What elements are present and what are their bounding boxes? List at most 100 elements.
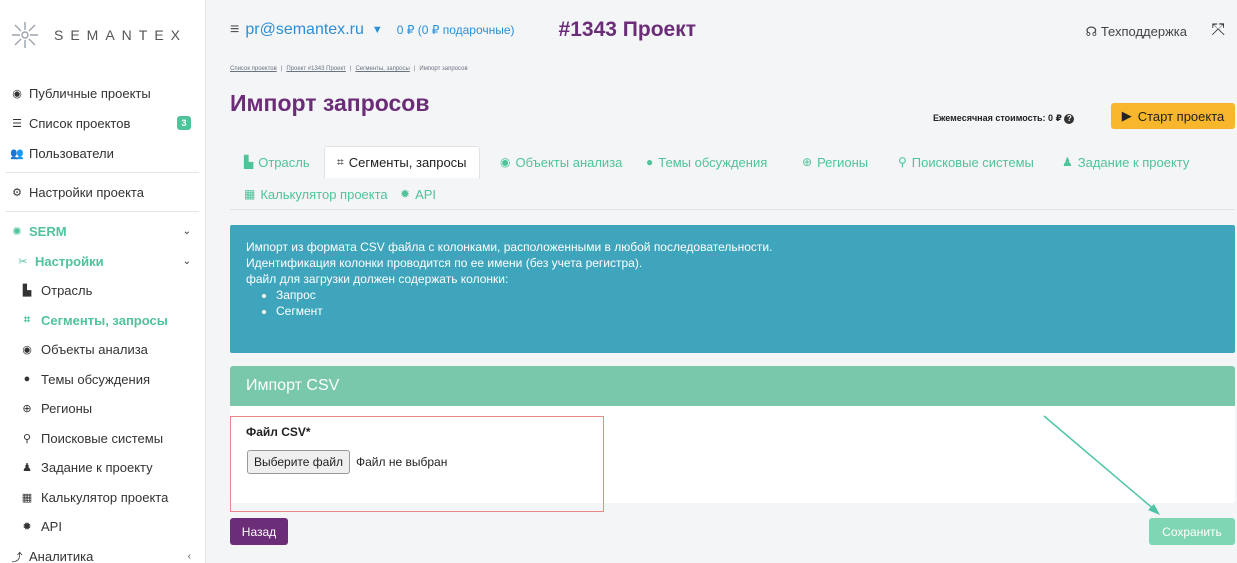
logo-text: SEMANTEX: [54, 27, 188, 43]
sidebar-item-label: Отрасль: [41, 283, 93, 299]
target-icon: ◉: [500, 155, 511, 169]
page-title: Импорт запросов: [230, 90, 430, 116]
tab-topics[interactable]: ● Темы обсуждения: [646, 146, 767, 178]
sidebar-item-project-settings[interactable]: ⚙ Настройки проекта: [0, 177, 205, 207]
divider: [6, 172, 199, 173]
logo-icon: [12, 22, 38, 48]
tab-api[interactable]: ✹ API: [400, 178, 436, 210]
comments-icon: ●: [23, 373, 31, 386]
sidebar-item-label: Задание к проекту: [41, 460, 153, 476]
info-line: Идентификация колонки проводится по ее и…: [246, 256, 643, 270]
comments-icon: ●: [646, 155, 654, 169]
sidebar-item-label: Публичные проекты: [29, 85, 151, 101]
cog-icon: ✹: [22, 521, 32, 534]
breadcrumb-project[interactable]: Проект #1343 Проект: [286, 66, 346, 72]
sidebar-item-search-engines[interactable]: ⚲ Поисковые системы: [0, 424, 205, 454]
sidebar-item-industry[interactable]: ▙ Отрасль: [0, 276, 205, 306]
breadcrumb: Список проектов | Проект #1343 Проект | Сегм…: [230, 66, 468, 72]
list-item: Запрос: [276, 287, 1219, 303]
tab-search-engines[interactable]: ⚲ Поисковые системы: [898, 146, 1034, 178]
sidebar-item-label: Сегменты, запросы: [41, 312, 168, 328]
tab-calculator[interactable]: ▦ Калькулятор проекта: [244, 178, 388, 210]
tab-label: Поисковые системы: [911, 154, 1034, 170]
save-button[interactable]: Сохранить: [1149, 518, 1235, 545]
required-columns-list: Запрос Сегмент: [276, 287, 1219, 319]
target-icon: ◉: [22, 344, 32, 357]
fullscreen-icon[interactable]: ⤧: [1211, 20, 1225, 40]
sidebar-item-api[interactable]: ✹ API: [0, 512, 205, 542]
calculator-icon: ▦: [21, 491, 33, 504]
sidebar-item-settings[interactable]: ✂ Настройки ⌄: [0, 246, 205, 276]
search-icon: ⚲: [22, 432, 32, 445]
sidebar-item-segments[interactable]: ⌗ Сегменты, запросы: [0, 306, 205, 336]
user-edit-icon: ♟: [1062, 155, 1073, 169]
sidebar-item-serm[interactable]: ✺ SERM ⌄: [0, 216, 205, 246]
cog-icon: ✹: [400, 187, 411, 201]
balance[interactable]: 0 ₽ (0 ₽ подарочные): [397, 23, 515, 37]
tab-label: Задание к проекту: [1077, 154, 1190, 170]
search-icon: ⚲: [898, 155, 907, 169]
tab-objects[interactable]: ◉ Объекты анализа: [500, 146, 622, 178]
list-icon: ☰: [12, 117, 22, 130]
sidebar-item-label: Калькулятор проекта: [41, 489, 169, 505]
sidebar-item-analytics[interactable]: ⤴ Аналитика ‹: [0, 542, 205, 563]
headset-icon: ☊: [1085, 24, 1098, 39]
users-icon: 👥: [10, 147, 24, 160]
sidebar-item-label: API: [41, 519, 62, 535]
logo[interactable]: SEMANTEX: [0, 0, 205, 70]
sidebar-item-label: Аналитика: [29, 549, 94, 563]
sidebar-item-label: Пользователи: [29, 145, 114, 161]
breadcrumb-current: Импорт запросов: [419, 66, 468, 72]
back-button[interactable]: Назад: [230, 518, 288, 545]
sidebar-item-label: Поисковые системы: [41, 430, 164, 446]
breadcrumb-segments[interactable]: Сегменты, запросы: [355, 66, 409, 72]
sidebar-item-label: Список проектов: [29, 115, 131, 131]
sidebar-item-objects[interactable]: ◉ Объекты анализа: [0, 335, 205, 365]
tab-label: Сегменты, запросы: [348, 155, 467, 170]
segments-icon: ⌗: [337, 155, 344, 169]
sidebar-item-label: SERM: [29, 223, 67, 239]
tab-segments[interactable]: ⌗ Сегменты, запросы: [324, 146, 480, 178]
sidebar-item-label: Объекты анализа: [41, 342, 148, 358]
support-link[interactable]: ☊ Техподдержка: [1086, 24, 1187, 40]
tab-task[interactable]: ♟ Задание к проекту: [1062, 146, 1189, 178]
info-line: Импорт из формата CSV файла с колонками,…: [246, 240, 773, 254]
help-icon[interactable]: ?: [1064, 114, 1075, 124]
sidebar-item-project-list[interactable]: ☰ Список проектов 3: [0, 108, 205, 138]
tab-regions[interactable]: ⊕ Регионы: [802, 146, 868, 178]
breadcrumb-project-list[interactable]: Список проектов: [230, 66, 277, 72]
sidebar-item-label: Регионы: [41, 401, 93, 417]
menu-icon[interactable]: ≡: [230, 21, 239, 39]
tab-label: Калькулятор проекта: [260, 186, 388, 202]
chart-line-icon: ⤴: [11, 551, 23, 563]
sidebar-item-task[interactable]: ♟ Задание к проекту: [0, 453, 205, 483]
tab-label: Регионы: [817, 154, 869, 170]
support-label: Техподдержка: [1100, 24, 1187, 39]
sidebar-item-public-projects[interactable]: ◉ Публичные проекты: [0, 78, 205, 108]
user-edit-icon: ♟: [22, 462, 32, 475]
industry-icon: ▙: [244, 155, 254, 169]
sidebar-item-label: Настройки: [35, 253, 104, 269]
import-csv-panel: Импорт CSV Файл CSV* Выберите файл Файл …: [230, 366, 1235, 512]
account-email[interactable]: pr@semantex.ru: [245, 21, 364, 39]
serm-icon: ✺: [12, 225, 22, 238]
sidebar-item-users[interactable]: 👥 Пользователи: [0, 138, 205, 168]
segments-icon: ⌗: [23, 313, 31, 326]
file-field-label: Файл CSV*: [246, 425, 311, 439]
top-header: ≡ pr@semantex.ru ▼ 0 ₽ (0 ₽ подарочные) …: [206, 0, 1237, 60]
globe-icon: ⊕: [802, 155, 813, 169]
globe-icon: ⊕: [22, 403, 32, 416]
sidebar-item-regions[interactable]: ⊕ Регионы: [0, 394, 205, 424]
panel-title: Импорт CSV: [230, 366, 1235, 406]
start-project-button[interactable]: ▶ Старт проекта: [1111, 103, 1235, 129]
eye-icon: ◉: [12, 87, 22, 100]
sidebar-item-calculator[interactable]: ▦ Калькулятор проекта: [0, 483, 205, 513]
project-count-badge: 3: [177, 116, 191, 130]
tab-industry[interactable]: ▙ Отрасль: [244, 146, 310, 178]
list-item: Сегмент: [276, 303, 1219, 319]
choose-file-button[interactable]: Выберите файл: [247, 450, 351, 474]
chevron-down-icon: ⌄: [182, 225, 191, 237]
chevron-down-icon[interactable]: ▼: [372, 24, 383, 36]
monthly-cost: Ежемесячная стоимость: 0 ₽ ?: [933, 113, 1075, 124]
sidebar-item-topics[interactable]: ● Темы обсуждения: [0, 365, 205, 395]
